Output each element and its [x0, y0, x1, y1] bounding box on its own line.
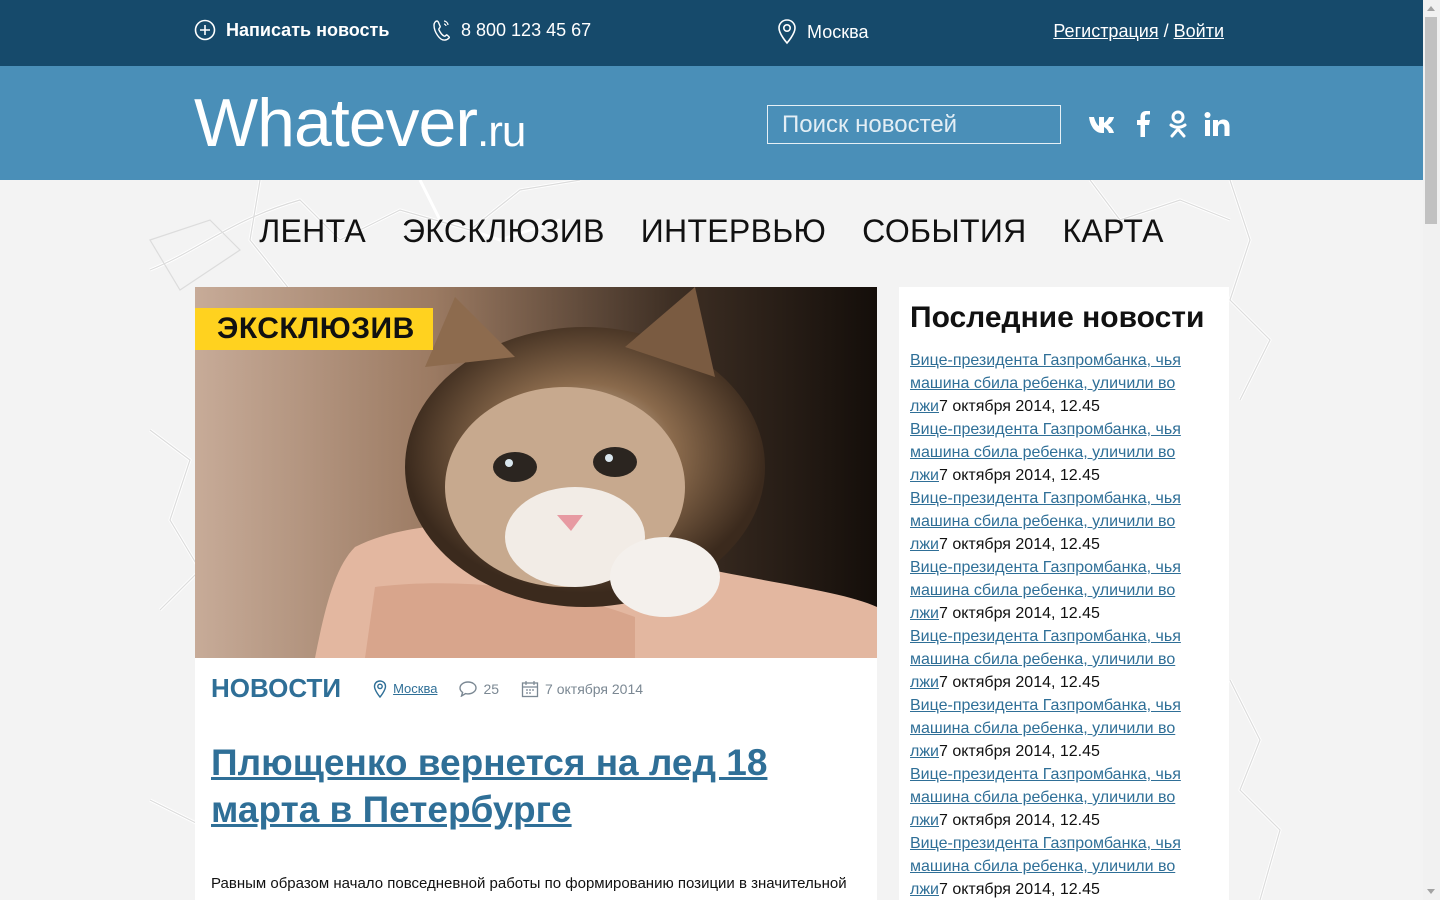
nav-item-feed[interactable]: ЛЕНТА [259, 213, 366, 250]
news-item-date: 7 октября 2014, 12.45 [938, 743, 1100, 760]
sidebar-title: Последние новости [910, 301, 1205, 334]
nav-item-exclusive[interactable]: ЭКСКЛЮЗИВ [402, 213, 605, 250]
location-pin-icon [373, 679, 387, 698]
news-item-date: 7 октября 2014, 12.45 [938, 467, 1100, 484]
nav-item-map[interactable]: КАРТА [1063, 213, 1164, 250]
calendar-icon [521, 680, 539, 697]
article-title[interactable]: Плющенко вернется на лед 18 марта в Пете… [211, 739, 851, 833]
news-item-date: 7 октября 2014, 12.45 [938, 398, 1100, 415]
auth-links: Регистрация / Войти [1053, 21, 1224, 42]
exclusive-badge: ЭКСКЛЮЗИВ [195, 308, 433, 350]
news-item: Вице-президента Газпромбанка, чья машина… [910, 625, 1217, 694]
featured-article: ЭКСКЛЮЗИВ НОВОСТИ Москва 25 7 октября 20… [195, 287, 877, 900]
top-bar: Написать новость 8 800 123 45 67 Москва … [0, 0, 1423, 66]
news-item-date: 7 октября 2014, 12.45 [938, 605, 1100, 622]
news-item: Вице-президента Газпромбанка, чья машина… [910, 832, 1217, 900]
comment-icon [459, 680, 478, 697]
article-category[interactable]: НОВОСТИ [211, 673, 341, 704]
vk-icon[interactable] [1087, 108, 1119, 140]
write-news-link[interactable]: Написать новость [194, 19, 389, 41]
article-location: Москва [373, 679, 437, 698]
search-input[interactable] [767, 105, 1061, 144]
nav-item-events[interactable]: СОБЫТИЯ [862, 213, 1026, 250]
article-comments[interactable]: 25 [459, 681, 499, 697]
location-pin-icon [778, 19, 796, 45]
comments-count: 25 [483, 680, 500, 697]
phone-number: 8 800 123 45 67 [433, 19, 591, 41]
scroll-down-arrow-icon[interactable] [1427, 889, 1435, 894]
news-item: Вице-президента Газпромбанка, чья машина… [910, 487, 1217, 556]
latest-news-sidebar: Последние новости Вице-президента Газпро… [899, 287, 1229, 900]
news-item: Вице-президента Газпромбанка, чья машина… [910, 694, 1217, 763]
plus-circle-icon [194, 19, 216, 41]
logo-tld: .ru [477, 107, 526, 156]
phone-icon [433, 20, 450, 41]
article-city-link[interactable]: Москва [393, 681, 437, 696]
news-item-date: 7 октября 2014, 12.45 [938, 881, 1100, 898]
news-item: Вице-президента Газпромбанка, чья машина… [910, 418, 1217, 487]
odnoklassniki-icon[interactable] [1162, 108, 1194, 140]
article-date-text: 7 октября 2014 [545, 680, 644, 697]
auth-separator: / [1163, 21, 1169, 41]
news-item: Вице-президента Газпромбанка, чья машина… [910, 556, 1217, 625]
phone-text: 8 800 123 45 67 [461, 19, 592, 40]
main-nav: ЛЕНТА ЭКСКЛЮЗИВ ИНТЕРВЬЮ СОБЫТИЯ КАРТА [0, 213, 1423, 250]
site-header: Whatever.ru [0, 66, 1423, 180]
article-lead: Равным образом начало повседневной работ… [211, 875, 847, 892]
scroll-up-arrow-icon[interactable] [1427, 6, 1435, 11]
site-logo[interactable]: Whatever.ru [194, 84, 526, 162]
news-item-date: 7 октября 2014, 12.45 [938, 812, 1100, 829]
nav-item-interview[interactable]: ИНТЕРВЬЮ [641, 213, 826, 250]
logo-main: Whatever [194, 85, 478, 161]
linkedin-icon[interactable] [1201, 108, 1233, 140]
news-item: Вице-президента Газпромбанка, чья машина… [910, 763, 1217, 832]
news-item-date: 7 октября 2014, 12.45 [938, 536, 1100, 553]
register-link[interactable]: Регистрация [1053, 21, 1158, 41]
news-item: Вице-президента Газпромбанка, чья машина… [910, 349, 1217, 418]
city-label: Москва [807, 21, 869, 42]
article-date: 7 октября 2014 [521, 680, 643, 698]
login-link[interactable]: Войти [1174, 21, 1224, 41]
scrollbar-thumb[interactable] [1425, 17, 1437, 224]
page-scrollbar[interactable] [1423, 0, 1440, 900]
city-selector[interactable]: Москва [777, 19, 868, 45]
write-news-label: Написать новость [226, 19, 390, 40]
article-meta: НОВОСТИ Москва 25 7 октября 2014 [211, 673, 665, 704]
facebook-icon[interactable] [1127, 108, 1159, 140]
news-item-date: 7 октября 2014, 12.45 [938, 674, 1100, 691]
